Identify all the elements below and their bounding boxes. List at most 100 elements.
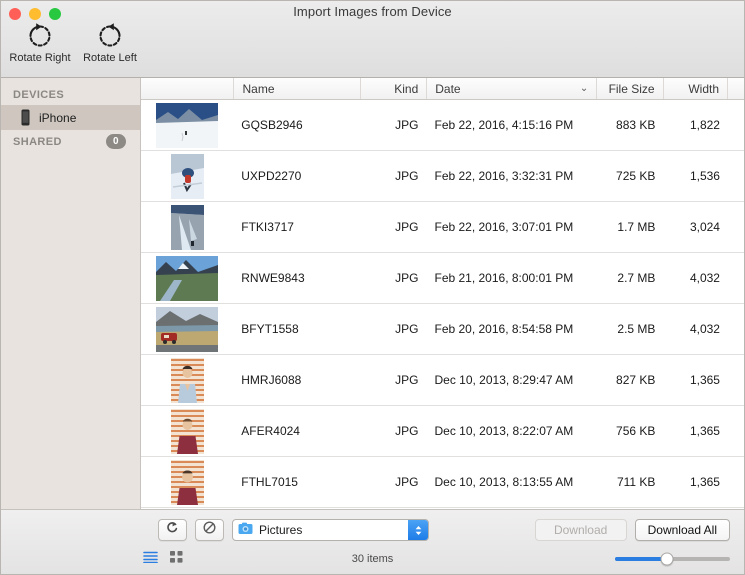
column-header-thumbnail[interactable] (141, 78, 233, 99)
row-date: Feb 21, 2016, 8:00:01 PM (434, 271, 574, 285)
table-row[interactable]: FTKI3717 JPG Feb 22, 2016, 3:07:01 PM 1.… (141, 202, 744, 253)
row-thumbnail (141, 202, 233, 252)
row-width: 3,024 (689, 220, 720, 234)
row-overflow (728, 253, 744, 303)
thumbnail-glacier-crevasse-portrait (170, 204, 204, 250)
bottom-bar: Pictures Download Download All 30 items (1, 509, 744, 574)
rotate-left-icon (93, 21, 127, 51)
row-kind: JPG (395, 373, 419, 387)
download-button[interactable]: Download (534, 519, 627, 541)
row-date: Feb 20, 2016, 8:54:58 PM (434, 322, 574, 336)
thumbnail-snow-mountain-landscape (156, 102, 219, 148)
row-overflow (728, 100, 744, 150)
row-thumbnail (141, 100, 233, 150)
thumbnail-size-slider[interactable] (615, 552, 730, 566)
rotate-button[interactable] (158, 519, 187, 541)
column-header-date[interactable]: Date ⌄ (426, 78, 596, 99)
rotate-right-button[interactable]: Rotate Right (5, 21, 75, 64)
table-row[interactable]: RNWE9843 JPG Feb 21, 2016, 8:00:01 PM 2.… (141, 253, 744, 304)
row-kind: JPG (395, 220, 419, 234)
rotate-icon (166, 521, 179, 540)
row-file-size: 711 KB (616, 475, 656, 489)
bottom-status: 30 items (1, 550, 744, 568)
thumbnail-red-van-by-lake (156, 306, 219, 352)
destination-popup-button[interactable]: Pictures (232, 519, 429, 541)
image-list[interactable]: GQSB2946 JPG Feb 22, 2016, 4:15:16 PM 88… (141, 100, 744, 509)
slider-knob[interactable] (660, 552, 674, 566)
table-header: Name Kind Date ⌄ File Size Width (141, 78, 744, 100)
bottom-actions: Pictures Download Download All (1, 518, 744, 542)
sidebar-shared-label: SHARED (13, 135, 62, 148)
grid-view-icon[interactable] (170, 550, 183, 568)
list-view-icon[interactable] (143, 550, 158, 568)
sidebar-section-devices-header: DEVICES (1, 85, 140, 105)
row-kind: JPG (395, 271, 419, 285)
destination-stepper-icon[interactable] (408, 520, 428, 540)
row-date: Feb 22, 2016, 3:32:31 PM (434, 169, 574, 183)
row-thumbnail (141, 355, 233, 405)
row-overflow (728, 355, 744, 405)
row-date: Dec 10, 2013, 8:29:47 AM (434, 373, 574, 387)
sidebar-section-shared-header: SHARED 0 (1, 130, 140, 153)
row-name: AFER4024 (241, 424, 300, 438)
row-overflow (728, 151, 744, 201)
row-kind: JPG (395, 475, 419, 489)
row-file-size: 1.7 MB (617, 220, 656, 234)
title-bar: Import Images from Device Rotate Right R… (1, 1, 744, 78)
table-row[interactable]: AFER4024 JPG Dec 10, 2013, 8:22:07 AM 75… (141, 406, 744, 457)
pictures-folder-icon (238, 522, 253, 538)
row-name: HMRJ6088 (241, 373, 302, 387)
row-thumbnail (141, 406, 233, 456)
view-mode-toggles (143, 550, 183, 568)
row-file-size: 827 KB (616, 373, 656, 387)
thumbnail-portrait-person-maroon-shirt-2 (170, 459, 204, 505)
window-body: DEVICES iPhone SHARED 0 Name Kind Date ⌄… (1, 78, 744, 509)
column-header-width[interactable]: Width (662, 78, 727, 99)
column-header-kind[interactable]: Kind (359, 78, 426, 99)
table-row[interactable]: UXPD2270 JPG Feb 22, 2016, 3:32:31 PM 72… (141, 151, 744, 202)
thumbnail-portrait-person-blue-shirt (170, 357, 204, 403)
row-overflow (728, 202, 744, 252)
window-title: Import Images from Device (293, 4, 452, 19)
row-width: 4,032 (689, 322, 720, 336)
table-row[interactable]: BFYT1558 JPG Feb 20, 2016, 8:54:58 PM 2.… (141, 304, 744, 355)
row-width: 1,536 (689, 169, 720, 183)
row-date: Feb 22, 2016, 3:07:01 PM (434, 220, 574, 234)
row-name: UXPD2270 (241, 169, 302, 183)
thumbnail-mountain-river-valley (156, 255, 219, 301)
row-overflow (728, 304, 744, 354)
delete-button[interactable] (195, 519, 224, 541)
row-width: 4,032 (689, 271, 720, 285)
row-overflow (728, 406, 744, 456)
row-kind: JPG (395, 424, 419, 438)
table-row[interactable]: GQSB2946 JPG Feb 22, 2016, 4:15:16 PM 88… (141, 100, 744, 151)
row-file-size: 756 KB (616, 424, 656, 438)
toolbar: Rotate Right Rotate Left (5, 21, 145, 64)
column-header-overflow[interactable] (727, 78, 744, 99)
download-all-button[interactable]: Download All (634, 519, 730, 541)
table-row[interactable]: HMRJ6088 JPG Dec 10, 2013, 8:29:47 AM 82… (141, 355, 744, 406)
column-header-file-size-label: File Size (608, 81, 655, 96)
rotate-right-label: Rotate Right (9, 52, 71, 64)
row-name: RNWE9843 (241, 271, 305, 285)
sidebar-item-iphone[interactable]: iPhone (1, 105, 140, 130)
table-row[interactable]: FTHL7015 JPG Dec 10, 2013, 8:13:55 AM 71… (141, 457, 744, 508)
prohibited-icon (203, 521, 216, 539)
rotate-left-label: Rotate Left (83, 52, 137, 64)
column-header-file-size[interactable]: File Size (596, 78, 662, 99)
column-header-date-label: Date (435, 81, 461, 96)
row-file-size: 883 KB (616, 118, 656, 132)
row-name: GQSB2946 (241, 118, 303, 132)
rotate-right-icon (23, 21, 57, 51)
thumbnail-climber-on-snow-portrait (170, 153, 204, 199)
row-name: BFYT1558 (241, 322, 299, 336)
column-header-width-label: Width (688, 81, 720, 96)
row-date: Dec 10, 2013, 8:13:55 AM (434, 475, 574, 489)
row-kind: JPG (395, 118, 419, 132)
row-name: FTKI3717 (241, 220, 294, 234)
rotate-left-button[interactable]: Rotate Left (75, 21, 145, 64)
destination-value: Pictures (259, 523, 303, 537)
row-thumbnail (141, 457, 233, 507)
column-header-name[interactable]: Name (233, 78, 359, 99)
slider-fill (615, 557, 667, 561)
